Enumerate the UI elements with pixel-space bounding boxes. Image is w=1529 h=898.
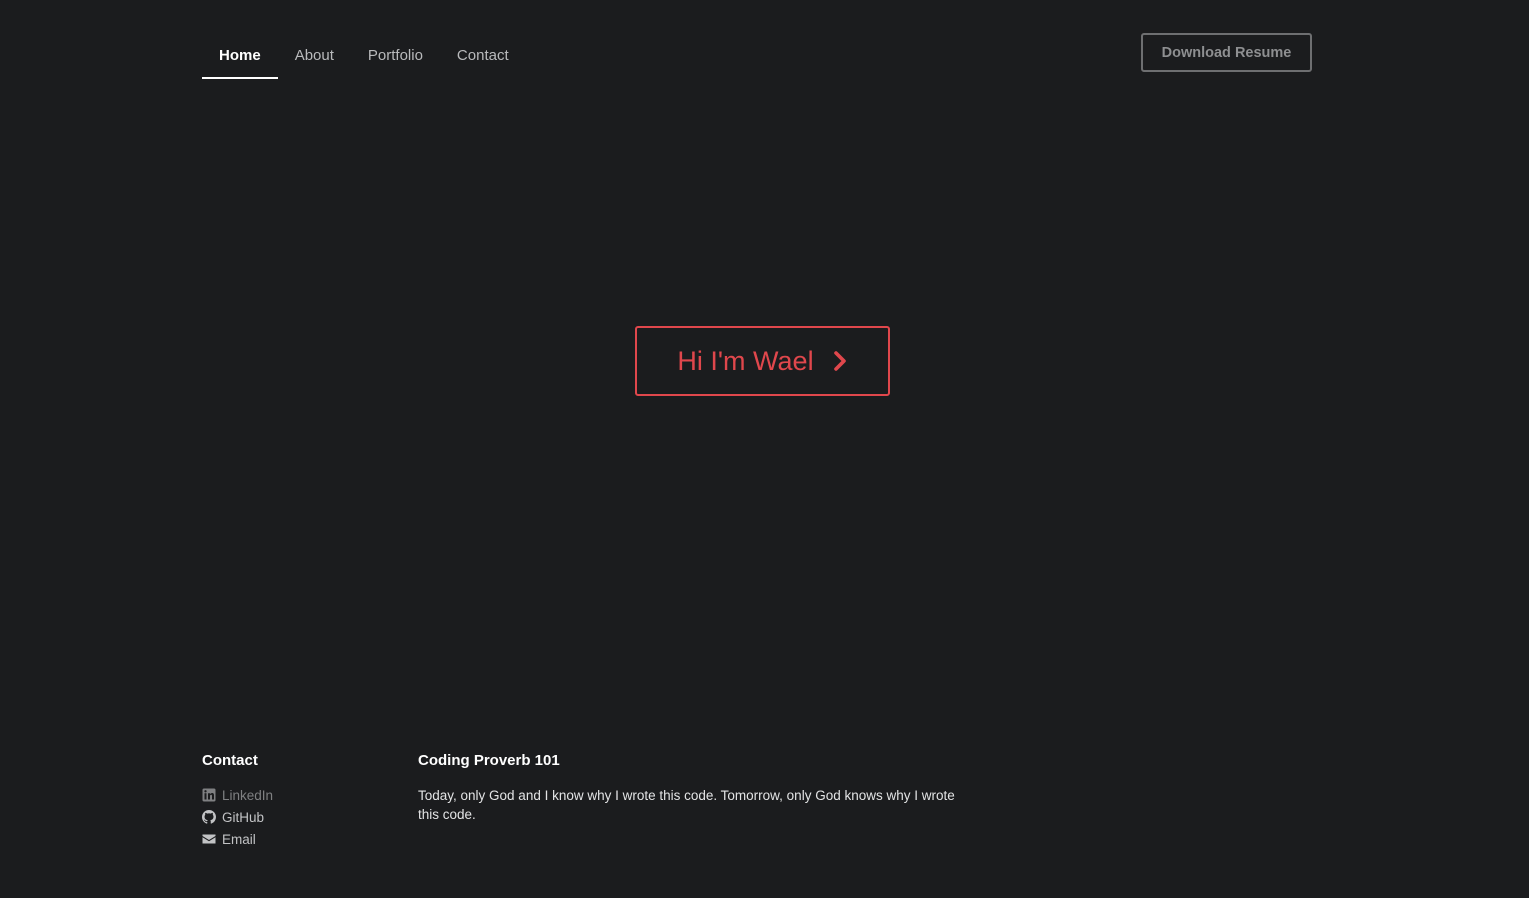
- hero-greeting-button[interactable]: Hi I'm Wael: [635, 326, 890, 396]
- linkedin-label: LinkedIn: [222, 787, 274, 803]
- proverb-heading: Coding Proverb 101: [418, 752, 560, 769]
- github-link[interactable]: GitHub: [202, 806, 273, 828]
- proverb-text: Today, only God and I know why I wrote t…: [418, 788, 955, 822]
- contact-links: LinkedIn GitHub Email: [202, 784, 273, 850]
- linkedin-icon: [202, 788, 216, 802]
- email-link[interactable]: Email: [202, 828, 273, 850]
- main-nav: Home About Portfolio Contact: [202, 36, 526, 79]
- nav-portfolio[interactable]: Portfolio: [351, 36, 440, 79]
- chevron-right-icon: [833, 351, 846, 371]
- page: Home About Portfolio Contact Download Re…: [0, 0, 1529, 898]
- nav-about[interactable]: About: [278, 36, 351, 79]
- download-resume-button[interactable]: Download Resume: [1141, 33, 1312, 72]
- nav-home[interactable]: Home: [202, 36, 278, 79]
- contact-heading: Contact: [202, 752, 258, 769]
- email-label: Email: [222, 831, 256, 847]
- github-label: GitHub: [222, 809, 265, 825]
- envelope-icon: [202, 834, 216, 844]
- nav-contact[interactable]: Contact: [440, 36, 526, 79]
- linkedin-link[interactable]: LinkedIn: [202, 784, 273, 806]
- github-icon: [202, 810, 216, 824]
- hero-greeting-text: Hi I'm Wael: [677, 345, 814, 376]
